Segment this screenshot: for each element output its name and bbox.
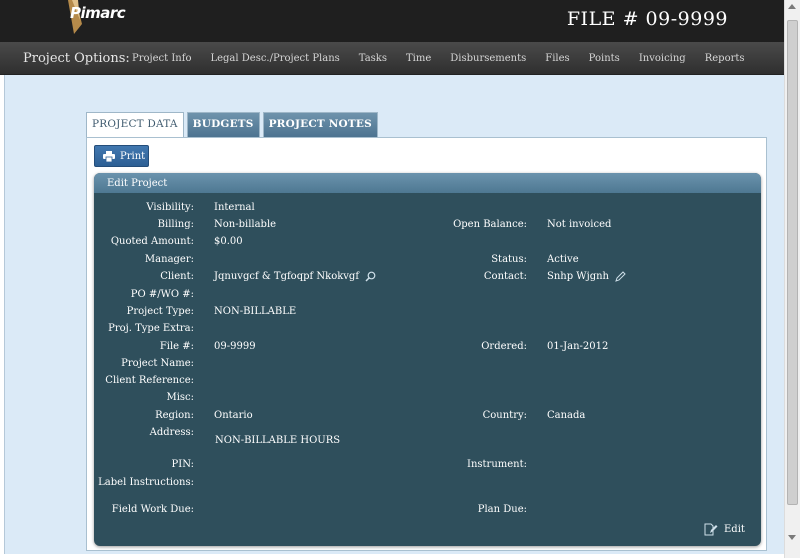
logo-text: Pimarc [70, 4, 126, 22]
nav-menu: Project Info Legal Desc./Project Plans T… [132, 53, 764, 64]
client-name[interactable]: Jqnuvgcf & Tgfoqpf Nkokvgf [214, 271, 359, 282]
quoted-amount-value: $0.00 [214, 236, 243, 247]
po-wo-label: PO #/WO #: [130, 289, 194, 300]
country-label: Country: [482, 410, 527, 421]
address-label: Address: [149, 427, 194, 438]
pin-label: PIN: [171, 459, 194, 470]
nav-item-legal-desc[interactable]: Legal Desc./Project Plans [210, 53, 339, 64]
nav-item-reports[interactable]: Reports [705, 53, 745, 64]
visibility-label: Visibility: [146, 202, 194, 213]
instrument-label: Instrument: [467, 459, 527, 470]
print-button-label: Print [120, 151, 146, 162]
project-type-label: Project Type: [126, 306, 194, 317]
client-label: Client: [160, 271, 194, 282]
misc-label: Misc: [166, 392, 194, 403]
print-button[interactable]: Print [94, 145, 149, 167]
project-name-label: Project Name: [121, 358, 194, 369]
contact-name[interactable]: Snhp Wjgnh [547, 271, 609, 282]
file-no-value: 09-9999 [214, 341, 256, 352]
label-instructions-label: Label Instructions: [98, 477, 194, 488]
tab-budgets[interactable]: BUDGETS [186, 112, 260, 137]
status-value: Active [547, 254, 579, 265]
plan-due-label: Plan Due: [477, 504, 527, 515]
visibility-value: Internal [214, 202, 255, 213]
top-bar: Pimarc FILE # 09-9999 [0, 0, 784, 42]
contact-label: Contact: [483, 271, 527, 282]
edit-icon [704, 523, 718, 536]
ordered-label: Ordered: [481, 341, 527, 352]
vertical-scrollbar[interactable] [784, 0, 800, 558]
region-label: Region: [155, 410, 194, 421]
billing-label: Billing: [157, 219, 194, 230]
quoted-amount-label: Quoted Amount: [110, 236, 194, 247]
status-label: Status: [491, 254, 527, 265]
open-balance-label: Open Balance: [453, 219, 527, 230]
open-balance-value: Not invoiced [547, 219, 612, 230]
nav-item-time[interactable]: Time [406, 53, 431, 64]
contact-value: Snhp Wjgnh [547, 271, 626, 282]
tab-project-notes[interactable]: PROJECT NOTES [262, 112, 378, 137]
file-no-label: File #: [159, 341, 194, 352]
manager-label: Manager: [144, 254, 194, 265]
file-title: FILE # 09-9999 [566, 8, 728, 30]
ordered-value: 01-Jan-2012 [547, 341, 609, 352]
region-value: Ontario [214, 410, 253, 421]
nav-item-invoicing[interactable]: Invoicing [639, 53, 686, 64]
project-options-label: Project Options: [23, 51, 130, 66]
pencil-icon[interactable] [615, 271, 626, 282]
edit-project-box: Edit Project Visibility: Internal Billin… [94, 173, 761, 546]
scroll-thumb[interactable] [787, 20, 798, 505]
tab-project-data[interactable]: PROJECT DATA [86, 112, 184, 138]
country-value: Canada [547, 410, 586, 421]
nav-item-disbursements[interactable]: Disbursements [450, 53, 526, 64]
project-type-value: NON-BILLABLE [214, 306, 297, 317]
billing-value: Non-billable [214, 219, 277, 230]
client-value: Jqnuvgcf & Tgfoqpf Nkokvgf [214, 271, 376, 282]
nav-item-files[interactable]: Files [545, 53, 569, 64]
nav-item-project-info[interactable]: Project Info [132, 53, 191, 64]
address-value: NON-BILLABLE HOURS [215, 435, 341, 446]
edit-button-label: Edit [724, 524, 745, 535]
nav-item-points[interactable]: Points [589, 53, 620, 64]
client-reference-label: Client Reference: [105, 375, 194, 386]
proj-type-extra-label: Proj. Type Extra: [108, 323, 194, 334]
printer-icon [103, 151, 115, 162]
scroll-down-arrow-icon[interactable] [788, 535, 796, 540]
edit-project-header: Edit Project [94, 173, 761, 193]
nav-item-tasks[interactable]: Tasks [359, 53, 387, 64]
project-options-navbar: Project Options: Project Info Legal Desc… [0, 42, 784, 75]
project-tabs: PROJECT DATA BUDGETS PROJECT NOTES [86, 112, 381, 138]
project-data-panel: Print Edit Project Visibility: Internal … [86, 137, 767, 551]
search-icon[interactable] [365, 271, 376, 282]
field-work-due-label: Field Work Due: [111, 504, 194, 515]
scroll-up-arrow-icon[interactable] [788, 4, 796, 9]
